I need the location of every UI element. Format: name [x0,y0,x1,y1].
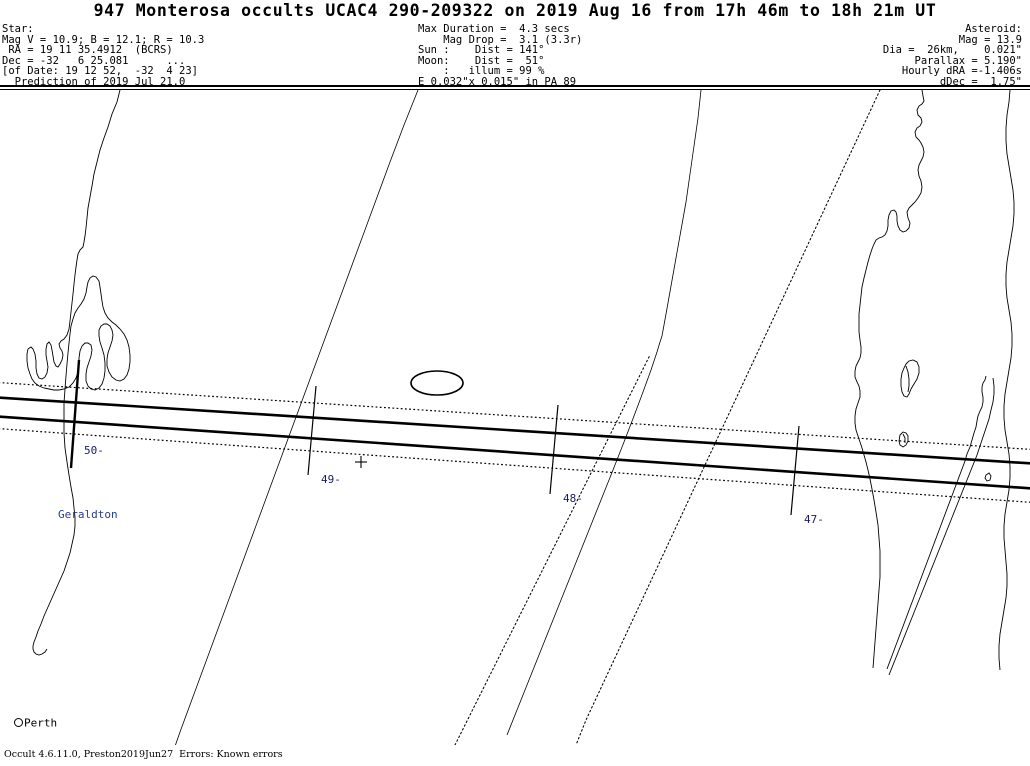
city-name: Geraldton [58,508,118,521]
coastline-arnhem-land [854,90,925,669]
coastline-queensland-east [886,375,987,670]
time-tick-label-49: 49- [321,473,341,486]
time-tick-label-50: 50- [84,444,104,457]
header-panel: 947 Monterosa occults UCAC4 290-209322 o… [0,0,1030,90]
page-title: 947 Monterosa occults UCAC4 290-209322 o… [93,1,937,20]
footer-credit: Occult 4.6.11.0, Preston2019Jun27 Errors… [4,749,283,760]
border-line-central [506,90,702,736]
terminator-line-2 [454,354,651,745]
occultation-prediction-page: 947 Monterosa occults UCAC4 290-209322 o… [0,0,1030,766]
time-tick-mark-50 [69,359,81,469]
city-name: Perth [24,716,58,730]
asteroid-info-block: Asteroid: Mag = 13.9 Dia = 26km, 0.021" … [882,23,1022,88]
path-northern-limit [0,396,1030,465]
asteroid-shadow-ellipse [410,370,464,396]
island-groote-eylandt [900,359,920,398]
city-label-geraldton: Geraldton [58,509,118,520]
header-divider-thick [0,85,1030,87]
star-info-block: Star: Mag V = 10.9; B = 12.1; R = 10.3 R… [2,23,205,88]
terminator-line-1 [575,90,881,745]
map-vector-layer [0,90,1030,745]
center-cross-marker [355,456,367,468]
island-cluster-east-3 [984,472,992,482]
map-canvas: Perth Kalgoorli AliceSprn Mount Isa Cair… [0,90,1030,745]
time-tick-mark-49 [307,385,317,476]
time-tick-mark-48 [549,404,559,495]
time-tick-label-47: 47- [804,513,824,526]
island-small-north [905,365,910,393]
city-label-perth: Perth [14,717,57,729]
coastline-cape-york [998,90,1015,671]
time-tick-label-48: 48- [563,492,583,505]
circumstances-info-block: Max Duration = 4.3 secs Mag Drop = 3.1 (… [418,23,583,88]
coastline-queensland-inner [888,377,995,676]
city-marker-icon [14,717,23,727]
